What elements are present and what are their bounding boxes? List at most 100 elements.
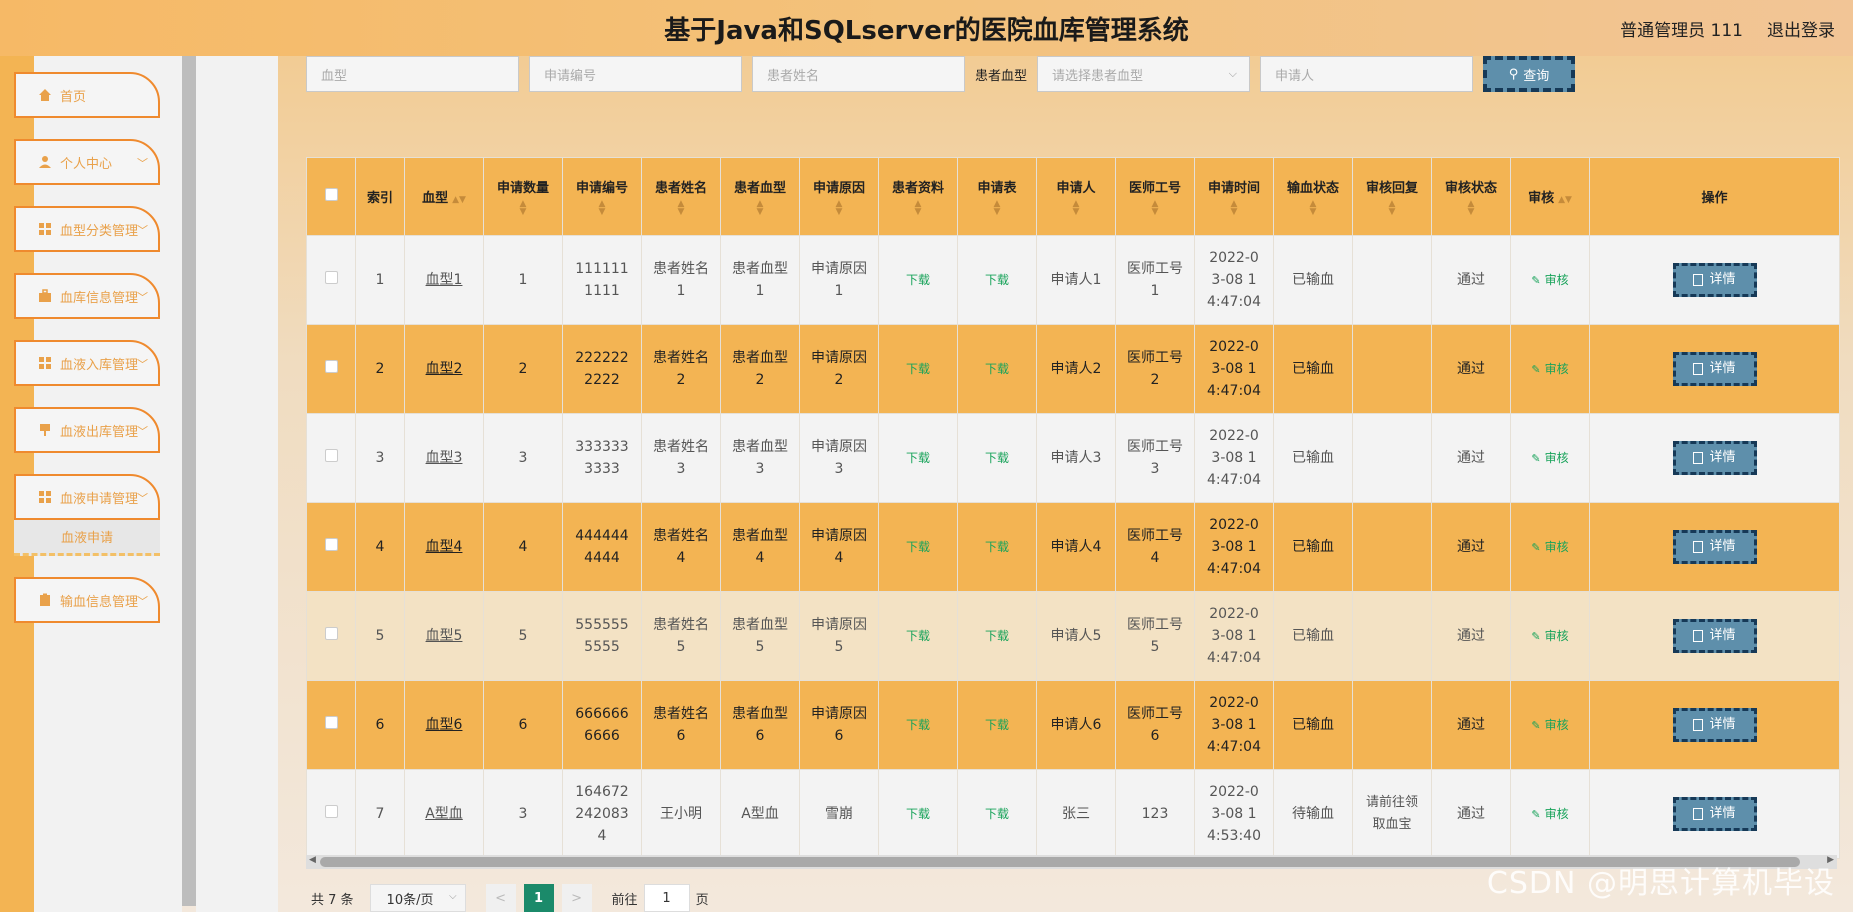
row-checkbox[interactable]	[324, 627, 338, 640]
sidebar-item-blood-apply[interactable]: 血液申请管理 ﹀	[14, 474, 160, 520]
sort-icon[interactable]: ▲▼	[879, 200, 957, 217]
sidebar-item-label: 个人中心	[60, 156, 113, 172]
patient-name-input[interactable]: 患者姓名	[752, 56, 965, 92]
audit-link[interactable]: ✎ 审核	[1531, 807, 1568, 821]
applicant-input[interactable]: 申请人	[1260, 56, 1474, 92]
sidebar-item-blood-bank[interactable]: 血库信息管理 ﹀	[14, 273, 160, 319]
sort-icon[interactable]: ▲▼	[642, 200, 720, 217]
page-size-select[interactable]: 10条/页 ⌵	[369, 884, 466, 912]
sidebar-item-blood-type[interactable]: 血型分类管理 ﹀	[14, 206, 160, 252]
detail-button[interactable]: 详情	[1672, 352, 1757, 386]
download-patient-info-link[interactable]: 下载	[906, 629, 930, 643]
sidebar-item-blood-out[interactable]: 血液出库管理 ﹀	[14, 407, 160, 453]
patient-blood-select[interactable]: 请选择患者血型 ⌵	[1037, 56, 1251, 92]
audit-link[interactable]: ✎ 审核	[1531, 718, 1568, 732]
download-form-link[interactable]: 下载	[985, 451, 1009, 465]
detail-button[interactable]: 详情	[1672, 263, 1757, 297]
sidebar-item-home[interactable]: 首页	[14, 72, 160, 118]
sidebar-item-personal-center[interactable]: 个人中心 ﹀	[14, 139, 160, 185]
col-audit[interactable]: 审核 ▲▼	[1510, 157, 1590, 236]
sort-icon[interactable]: ▲▼	[721, 200, 799, 217]
download-patient-info-link[interactable]: 下载	[906, 273, 930, 287]
sort-icon[interactable]: ▲▼	[452, 195, 466, 205]
page-button-current[interactable]: 1	[523, 884, 554, 912]
sidebar-item-transfusion[interactable]: 输血信息管理 ﹀	[14, 577, 160, 623]
query-button[interactable]: ⚲ 查询	[1483, 56, 1576, 92]
pagination: 共 7 条 10条/页 ⌵ < 1 > 前往 1 页	[311, 884, 709, 912]
download-form-link[interactable]: 下载	[985, 629, 1009, 643]
row-checkbox[interactable]	[324, 271, 338, 284]
data-table: 索引 血型 ▲▼ 申请数量 ▲ ▼ 申请编号 ▲ ▼ 患者姓名 ▲ ▼ 患者血型 ▲ ▼ 申请原因…	[306, 157, 1840, 859]
audit-link[interactable]: ✎ 审核	[1531, 629, 1568, 643]
col-patient-info[interactable]: 患者资料 ▲ ▼	[878, 157, 958, 236]
col-reason[interactable]: 申请原因 ▲ ▼	[799, 157, 879, 236]
download-form-link[interactable]: 下载	[985, 807, 1009, 821]
row-checkbox[interactable]	[324, 538, 338, 551]
sort-icon[interactable]: ▲▼	[1037, 200, 1115, 217]
cell-blood-type[interactable]: 血型3	[404, 413, 484, 503]
select-all-checkbox[interactable]	[324, 188, 338, 201]
download-form-link[interactable]: 下载	[985, 362, 1009, 376]
col-applicant[interactable]: 申请人 ▲ ▼	[1036, 157, 1116, 236]
detail-button[interactable]: 详情	[1672, 530, 1757, 564]
download-patient-info-link[interactable]: 下载	[906, 718, 930, 732]
submenu-item-blood-apply[interactable]: 血液申请	[14, 520, 160, 556]
cell-blood-type[interactable]: 血型6	[404, 680, 484, 770]
sort-icon[interactable]: ▲▼	[1432, 200, 1510, 217]
row-checkbox[interactable]	[324, 716, 338, 729]
sort-icon[interactable]: ▲▼	[958, 200, 1036, 217]
prev-page-button[interactable]: <	[485, 884, 516, 912]
download-form-link[interactable]: 下载	[985, 273, 1009, 287]
download-form-link[interactable]: 下载	[985, 718, 1009, 732]
download-patient-info-link[interactable]: 下载	[906, 540, 930, 554]
col-quantity[interactable]: 申请数量 ▲ ▼	[483, 157, 563, 236]
col-patient-name[interactable]: 患者姓名 ▲ ▼	[641, 157, 721, 236]
sort-icon[interactable]: ▲▼	[1274, 200, 1352, 217]
sort-icon[interactable]: ▲▼	[563, 200, 641, 217]
download-form-link[interactable]: 下载	[985, 540, 1009, 554]
col-audit-status[interactable]: 审核状态 ▲ ▼	[1431, 157, 1511, 236]
sort-icon[interactable]: ▲▼	[484, 200, 562, 217]
audit-link[interactable]: ✎ 审核	[1531, 273, 1568, 287]
row-checkbox[interactable]	[324, 805, 338, 818]
cell-audit: ✎ 审核	[1510, 502, 1590, 592]
col-blood-type[interactable]: 血型 ▲▼	[404, 157, 484, 236]
apply-no-input[interactable]: 申请编号	[529, 56, 742, 92]
logout-link[interactable]: 退出登录	[1767, 16, 1835, 41]
sort-icon[interactable]: ▲▼	[1116, 200, 1194, 217]
detail-button[interactable]: 详情	[1672, 441, 1757, 475]
goto-page-input[interactable]: 1	[643, 884, 690, 912]
col-audit-reply[interactable]: 审核回复 ▲ ▼	[1352, 157, 1432, 236]
cell-blood-type[interactable]: A型血	[404, 769, 484, 859]
sidebar-item-blood-in[interactable]: 血液入库管理 ﹀	[14, 340, 160, 386]
download-patient-info-link[interactable]: 下载	[906, 807, 930, 821]
next-page-button[interactable]: >	[561, 884, 592, 912]
audit-link[interactable]: ✎ 审核	[1531, 362, 1568, 376]
cell-blood-type[interactable]: 血型1	[404, 235, 484, 325]
detail-button[interactable]: 详情	[1672, 619, 1757, 653]
scroll-left-icon[interactable]: ◀	[309, 855, 316, 865]
col-apply-no[interactable]: 申请编号 ▲ ▼	[562, 157, 642, 236]
detail-button[interactable]: 详情	[1672, 708, 1757, 742]
cell-blood-type[interactable]: 血型2	[404, 324, 484, 414]
col-form[interactable]: 申请表 ▲ ▼	[957, 157, 1037, 236]
blood-type-input[interactable]: 血型	[306, 56, 519, 92]
col-doctor-no[interactable]: 医师工号 ▲ ▼	[1115, 157, 1195, 236]
sort-icon[interactable]: ▲▼	[1353, 200, 1431, 217]
row-checkbox[interactable]	[324, 360, 338, 373]
sort-icon[interactable]: ▲▼	[1558, 195, 1572, 205]
row-checkbox[interactable]	[324, 449, 338, 462]
sort-icon[interactable]: ▲▼	[1195, 200, 1273, 217]
download-patient-info-link[interactable]: 下载	[906, 451, 930, 465]
col-apply-time[interactable]: 申请时间 ▲ ▼	[1194, 157, 1274, 236]
col-transfusion-status[interactable]: 输血状态 ▲ ▼	[1273, 157, 1353, 236]
audit-link[interactable]: ✎ 审核	[1531, 540, 1568, 554]
download-patient-info-link[interactable]: 下载	[906, 362, 930, 376]
detail-button[interactable]: 详情	[1672, 797, 1757, 831]
sort-icon[interactable]: ▲▼	[800, 200, 878, 217]
col-patient-blood[interactable]: 患者血型 ▲ ▼	[720, 157, 800, 236]
cell-blood-type[interactable]: 血型4	[404, 502, 484, 592]
audit-link[interactable]: ✎ 审核	[1531, 451, 1568, 465]
sidebar-scrollbar[interactable]	[182, 56, 196, 906]
cell-blood-type[interactable]: 血型5	[404, 591, 484, 681]
